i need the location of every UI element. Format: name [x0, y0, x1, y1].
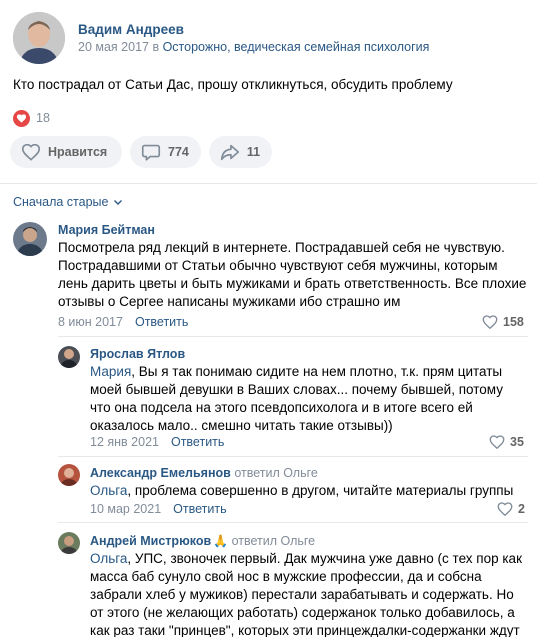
comment-body: , проблема совершенно в другом, читайте … — [127, 483, 514, 498]
comment-footer: 10 мар 2021 Ответить — [90, 502, 227, 516]
like-label: Нравится — [48, 145, 108, 159]
replied-to-label: ответил Ольге — [234, 466, 318, 480]
comment-bubble-icon — [141, 144, 161, 161]
comment-like-button[interactable]: 2 — [496, 500, 525, 518]
comment-date[interactable]: 8 июн 2017 — [58, 315, 123, 329]
comment-like-count: 158 — [503, 315, 524, 329]
reply-button[interactable]: Ответить — [171, 435, 224, 449]
comment-item: Мария Бейтман Посмотрела ряд лекций в ин… — [13, 222, 528, 334]
comment-like-button[interactable]: 158 — [481, 313, 524, 331]
heart-outline-icon — [497, 502, 513, 517]
comments-button[interactable]: 774 — [130, 136, 201, 168]
reply-button[interactable]: Ответить — [135, 315, 188, 329]
comment-author-avatar[interactable] — [13, 222, 47, 256]
heart-outline-icon — [21, 143, 41, 161]
replied-to-label: ответил Ольге — [231, 534, 316, 548]
comment-mention[interactable]: Мария — [90, 364, 131, 379]
like-button[interactable]: Нравится — [10, 136, 122, 168]
comment-body: , УПС, звоночек первый. Дак мужчина уже … — [90, 551, 522, 637]
comment-date[interactable]: 12 янв 2021 — [90, 435, 159, 449]
comment-author-name[interactable]: Александр Емельянов ответил Ольге — [90, 466, 318, 480]
comment-like-button[interactable]: 35 — [488, 433, 524, 451]
comment-text: Ольга, УПС, звоночек первый. Дак мужчина… — [90, 550, 528, 637]
comment-text: Мария, Вы я так понимаю сидите на нем пл… — [90, 363, 520, 435]
post-meta: 20 мая 2017 в Осторожно, ведическая семе… — [78, 40, 429, 54]
comment-divider — [58, 336, 528, 337]
sort-label: Сначала старые — [13, 195, 109, 209]
praying-hands-icon: 🙏 — [213, 534, 229, 548]
comment-item: Ярослав Ятлов Мария, Вы я так понимаю си… — [58, 346, 528, 454]
chevron-down-icon — [114, 200, 123, 205]
comment-author-label[interactable]: Андрей Мистрюков — [90, 534, 211, 548]
post-author-avatar[interactable] — [13, 12, 65, 64]
comment-author-name[interactable]: Мария Бейтман — [58, 223, 155, 237]
heart-outline-icon — [482, 315, 498, 330]
comment-like-count: 2 — [518, 502, 525, 516]
comment-footer: 12 янв 2021 Ответить — [90, 435, 224, 449]
comment-mention[interactable]: Ольга — [90, 551, 127, 566]
share-arrow-icon — [220, 144, 239, 161]
comment-mention[interactable]: Ольга — [90, 483, 127, 498]
post-author-name[interactable]: Вадим Андреев — [78, 22, 184, 37]
shares-count: 11 — [246, 145, 261, 159]
post-reactions[interactable]: 18 — [13, 109, 50, 127]
comment-item: Александр Емельянов ответил Ольге Ольга,… — [58, 464, 528, 520]
comment-author-avatar[interactable] — [58, 532, 80, 554]
comment-body: , Вы я так понимаю сидите на нем плотно,… — [90, 364, 503, 433]
comment-author-name[interactable]: Андрей Мистрюков 🙏 ответил Ольге — [90, 534, 315, 548]
comment-date[interactable]: 10 мар 2021 — [90, 502, 161, 516]
reply-button[interactable]: Ответить — [173, 502, 226, 516]
post-text: Кто пострадал от Сатьи Дас, прошу отклик… — [13, 77, 453, 92]
post-date[interactable]: 20 мая 2017 в — [78, 40, 159, 54]
comments-count: 774 — [168, 145, 189, 159]
comment-divider — [58, 456, 528, 457]
post-header: Вадим Андреев 20 мая 2017 в Осторожно, в… — [13, 12, 533, 64]
comment-author-avatar[interactable] — [58, 464, 80, 486]
comment-like-count: 35 — [510, 435, 524, 449]
post-group-link[interactable]: Осторожно, ведическая семейная психологи… — [163, 40, 430, 54]
comment-text: Посмотрела ряд лекций в интернете. Постр… — [58, 240, 527, 309]
section-divider — [0, 183, 537, 184]
comments-sort-toggle[interactable]: Сначала старые — [13, 195, 123, 209]
reactions-count: 18 — [36, 111, 50, 125]
heart-outline-icon — [489, 435, 505, 450]
share-button[interactable]: 11 — [208, 136, 273, 168]
comment-divider — [58, 522, 528, 523]
post-action-bar: Нравится 774 11 — [10, 136, 273, 168]
comment-item: Андрей Мистрюков 🙏 ответил Ольге Ольга, У… — [58, 532, 528, 637]
comment-author-avatar[interactable] — [58, 346, 80, 368]
comment-author-name[interactable]: Ярослав Ятлов — [90, 347, 185, 361]
comment-text: Ольга, проблема совершенно в другом, чит… — [90, 482, 520, 500]
comment-author-label[interactable]: Александр Емельянов — [90, 466, 231, 480]
comment-footer: 8 июн 2017 Ответить — [58, 315, 188, 329]
heart-filled-icon — [13, 109, 30, 127]
